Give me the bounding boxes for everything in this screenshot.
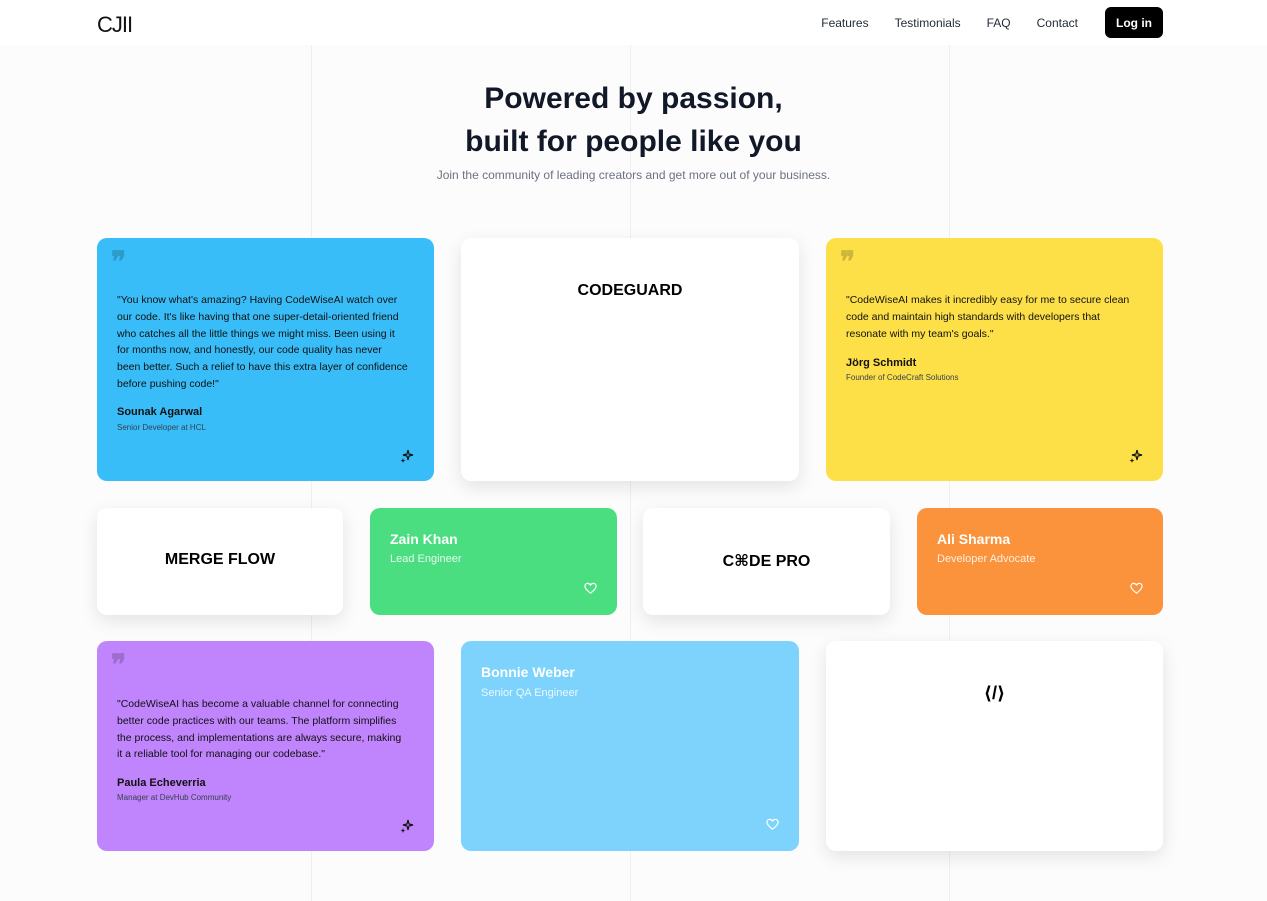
nav-link-contact[interactable]: Contact [1037,16,1078,30]
logo[interactable]: CJII [97,12,133,38]
nav-link-testimonials[interactable]: Testimonials [895,16,961,30]
testimonial-role: Senior Developer at HCL [117,423,206,432]
mini-card-role: Senior QA Engineer [481,687,579,699]
login-button[interactable]: Log in [1105,7,1163,38]
mini-card-ali: Ali Sharma Developer Advocate [917,508,1163,615]
page-title: Powered by passion, built for people lik… [0,77,1267,163]
testimonial-author: Paula Echeverria [117,777,206,789]
mini-card-name: Bonnie Weber [481,664,575,680]
testimonial-quote: "CodeWiseAI has become a valuable channe… [117,698,402,761]
brand-card-codepro: C⌘DE PRO [643,508,890,615]
testimonial-card-jorg: ❞ "CodeWiseAI makes it incredibly easy f… [826,238,1163,481]
testimonial-role: Founder of CodeCraft Solutions [846,373,959,382]
title-line-2: built for people like you [465,125,802,158]
top-navbar: CJII Features Testimonials FAQ Contact L… [0,0,1267,45]
title-line-1: Powered by passion, [484,82,783,115]
mini-card-bonnie: Bonnie Weber Senior QA Engineer [461,641,799,851]
heart-icon[interactable] [1130,582,1143,595]
brand-card-mergeflow: MERGE FLOW [97,508,343,615]
sparkle-icon[interactable] [400,819,414,833]
page-subtitle: Join the community of leading creators a… [436,168,831,182]
quote-icon: ❞ [840,245,856,278]
nav-link-features[interactable]: Features [821,16,868,30]
testimonial-quote: "You know what's amazing? Having CodeWis… [117,294,408,390]
mini-card-name: Zain Khan [390,531,458,547]
mini-card-name: Ali Sharma [937,531,1011,547]
heart-icon[interactable] [766,818,779,831]
testimonial-quote: "CodeWiseAI makes it incredibly easy for… [846,294,1130,340]
mini-card-zain: Zain Khan Lead Engineer [370,508,617,615]
nav-link-faq[interactable]: FAQ [987,16,1011,30]
testimonial-card-sounak: ❞ "You know what's amazing? Having CodeW… [97,238,434,481]
nav-links: Features Testimonials FAQ Contact [821,16,1078,30]
brand-card-codeguard: CODEGUARD [461,238,799,481]
sparkle-icon[interactable] [1129,449,1143,463]
mini-card-role: Lead Engineer [390,553,462,565]
quote-icon: ❞ [111,245,127,278]
brand-logo-codepro: C⌘DE PRO [722,553,811,570]
testimonial-role: Manager at DevHub Community [117,793,232,802]
brand-logo-codeguard: CODEGUARD [577,282,683,299]
quote-icon: ❞ [111,648,127,681]
heart-icon[interactable] [584,582,597,595]
testimonial-card-paula: ❞ "CodeWiseAI has become a valuable chan… [97,641,434,851]
testimonial-author: Sounak Agarwal [117,406,203,418]
sparkle-icon[interactable] [400,449,414,463]
brand-logo-mergeflow: MERGE FLOW [164,551,276,568]
code-brackets-icon: ⟨/⟩ [983,683,1006,703]
testimonial-author: Jörg Schmidt [846,357,917,369]
brand-card-code-icon: ⟨/⟩ [826,641,1163,851]
mini-card-role: Developer Advocate [937,553,1036,565]
